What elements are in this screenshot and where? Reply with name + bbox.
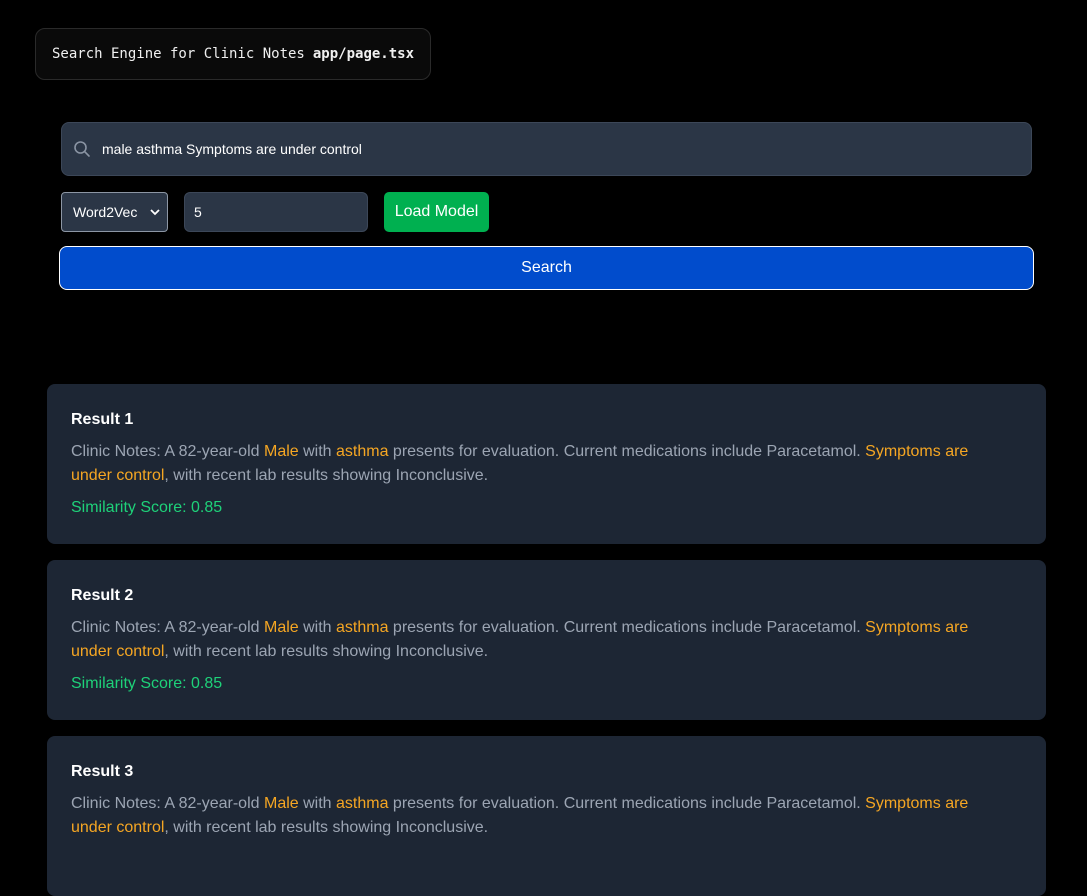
- result-highlight: asthma: [336, 619, 389, 636]
- result-text-segment: Clinic Notes: A 82-year-old: [71, 795, 264, 812]
- result-highlight: asthma: [336, 443, 389, 460]
- result-title: Result 3: [71, 763, 134, 780]
- search-button[interactable]: Search: [59, 246, 1034, 290]
- result-highlight: asthma: [336, 795, 389, 812]
- result-text-segment: with: [298, 443, 337, 460]
- chevron-down-icon: [149, 205, 161, 219]
- page-title: Search Engine for Clinic Notes: [52, 46, 305, 62]
- file-path: app/page.tsx: [312, 46, 415, 62]
- result-text-segment: , with recent lab results showing Inconc…: [164, 643, 489, 660]
- result-text: Clinic Notes: A 82-year-old Male with as…: [71, 440, 1011, 488]
- similarity-score: Similarity Score: 0.85: [71, 675, 223, 692]
- result-card: Result 1 Clinic Notes: A 82-year-old Mal…: [47, 384, 1046, 544]
- result-text-segment: Clinic Notes: A 82-year-old: [71, 619, 264, 636]
- result-text-segment: presents for evaluation. Current medicat…: [388, 619, 866, 636]
- search-icon: [72, 139, 92, 159]
- result-card: Result 3 Clinic Notes: A 82-year-old Mal…: [47, 736, 1046, 896]
- result-text-segment: presents for evaluation. Current medicat…: [388, 443, 866, 460]
- result-text-segment: Clinic Notes: A 82-year-old: [71, 443, 264, 460]
- model-select[interactable]: Word2Vec: [61, 192, 168, 232]
- model-select-value: Word2Vec: [73, 204, 138, 220]
- result-text: Clinic Notes: A 82-year-old Male with as…: [71, 616, 1011, 664]
- top-k-input[interactable]: [184, 192, 368, 232]
- header-badge: Search Engine for Clinic Notes app/page.…: [35, 28, 432, 80]
- result-text: Clinic Notes: A 82-year-old Male with as…: [71, 792, 1011, 840]
- result-text-segment: with: [298, 619, 337, 636]
- result-text-segment: presents for evaluation. Current medicat…: [388, 795, 866, 812]
- result-card: Result 2 Clinic Notes: A 82-year-old Mal…: [47, 560, 1046, 720]
- result-highlight: Male: [263, 795, 299, 812]
- load-model-button[interactable]: Load Model: [384, 192, 489, 232]
- result-highlight: Male: [263, 443, 299, 460]
- search-bar[interactable]: [61, 122, 1032, 176]
- result-highlight: Male: [263, 619, 299, 636]
- result-text-segment: , with recent lab results showing Inconc…: [164, 819, 489, 836]
- result-title: Result 1: [71, 411, 134, 428]
- result-text-segment: with: [298, 795, 337, 812]
- similarity-score: Similarity Score: 0.85: [71, 499, 223, 516]
- result-title: Result 2: [71, 587, 134, 604]
- search-input[interactable]: [102, 123, 1031, 175]
- result-text-segment: , with recent lab results showing Inconc…: [164, 467, 489, 484]
